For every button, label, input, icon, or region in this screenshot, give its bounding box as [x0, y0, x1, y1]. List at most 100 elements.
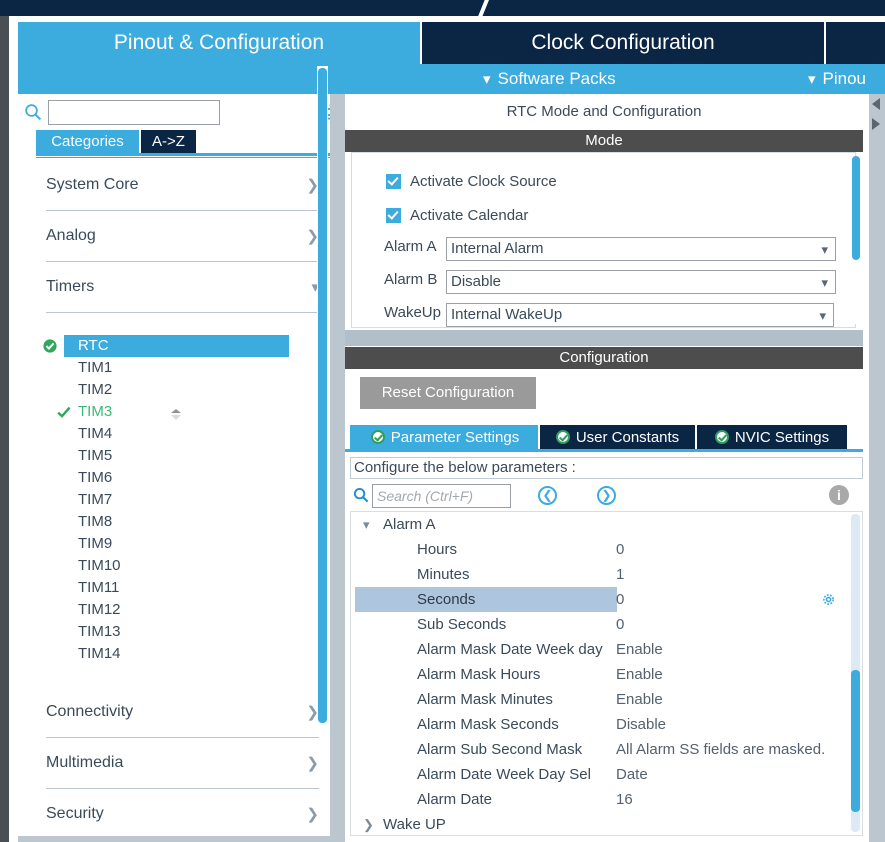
category-connectivity-label: Connectivity [46, 703, 134, 720]
row-highlight [355, 587, 617, 612]
menu-pinout[interactable]: ▾ Pinou [808, 67, 866, 91]
param-value: 0 [616, 591, 625, 608]
ip-item-tim13-label: TIM13 [78, 623, 121, 640]
table-row[interactable]: Hours 0 [351, 537, 862, 562]
table-row[interactable]: Alarm Mask Seconds Disable [351, 712, 862, 737]
menu-software-packs-label: Software Packs [497, 69, 616, 88]
table-row[interactable]: Alarm Date 16 [351, 787, 862, 812]
param-name: Alarm Mask Seconds [417, 716, 559, 733]
ip-item-tim5[interactable]: TIM5 [36, 445, 329, 467]
ip-item-tim1[interactable]: TIM1 [36, 357, 329, 379]
ip-item-tim10-label: TIM10 [78, 557, 121, 574]
table-row[interactable]: Alarm Mask Date Week day Enable [351, 637, 862, 662]
arrow-right-icon[interactable] [872, 118, 880, 130]
param-name: Alarm Mask Hours [417, 666, 541, 683]
select-alarm-b[interactable]: Disable ▾ [446, 270, 836, 294]
ip-item-tim11-label: TIM11 [78, 579, 120, 596]
category-analog-label: Analog [46, 227, 96, 244]
arrow-left-icon[interactable] [872, 98, 880, 110]
tree-group-alarm-a[interactable]: ▾ Alarm A [351, 512, 862, 537]
table-row[interactable]: Alarm Mask Minutes Enable [351, 687, 862, 712]
param-value: Enable [616, 641, 663, 658]
ip-item-tim2[interactable]: TIM2 [36, 379, 329, 401]
list-resize-handle-icon[interactable] [168, 407, 184, 423]
chevron-left-circle-icon[interactable]: ❮ [538, 486, 557, 505]
ip-item-tim9[interactable]: TIM9 [36, 533, 329, 555]
tab-clock-configuration[interactable]: Clock Configuration [420, 22, 824, 64]
gear-icon[interactable] [821, 592, 836, 607]
tree-group-wake-up[interactable]: ❯ Wake UP [351, 812, 862, 835]
category-multimedia[interactable]: Multimedia ❯ [46, 738, 319, 789]
select-alarm-a[interactable]: Internal Alarm ▾ [446, 237, 836, 261]
category-system-core[interactable]: System Core ❯ [46, 160, 319, 211]
param-name: Minutes [417, 566, 470, 583]
ip-item-tim13[interactable]: TIM13 [36, 621, 329, 643]
panel-divider [336, 94, 345, 842]
ip-item-tim7[interactable]: TIM7 [36, 489, 329, 511]
ip-item-tim11[interactable]: TIM11 [36, 577, 329, 599]
param-name: Alarm Date [417, 791, 493, 808]
ip-item-tim8-label: TIM8 [78, 513, 113, 530]
ip-item-tim12[interactable]: TIM12 [36, 599, 329, 621]
ip-item-tim10[interactable]: TIM10 [36, 555, 329, 577]
tab-parameter-settings[interactable]: Parameter Settings [350, 425, 538, 449]
info-icon[interactable]: i [829, 485, 849, 505]
tab-third-partial[interactable] [824, 22, 885, 64]
param-name: Alarm Mask Minutes [417, 691, 553, 708]
ip-item-tim6[interactable]: TIM6 [36, 467, 329, 489]
menu-software-packs[interactable]: ▾ Software Packs [483, 67, 616, 91]
chevron-right-circle-icon[interactable]: ❯ [597, 486, 616, 505]
checkbox-checked-icon [386, 208, 401, 223]
table-row[interactable]: Alarm Date Week Day Sel Date [351, 762, 862, 787]
category-analog[interactable]: Analog ❯ [46, 211, 319, 262]
sidebar-scrollbar-thumb[interactable] [318, 68, 327, 723]
param-name: Seconds [417, 591, 476, 608]
param-value: Date [616, 766, 648, 783]
table-row[interactable]: Sub Seconds 0 [351, 612, 862, 637]
window-left-edge [0, 16, 9, 842]
mode-settings-body: Activate Clock Source Activate Calendar … [351, 152, 856, 328]
ip-tree-panel: Categories A->Z System Core ❯ Analog ❯ T… [18, 94, 354, 842]
section-header-configuration: Configuration [345, 347, 863, 369]
tree-group-wake-up-label: Wake UP [383, 816, 446, 833]
tab-pinout-configuration[interactable]: Pinout & Configuration [18, 22, 420, 64]
category-timers[interactable]: Timers ▾ [46, 262, 319, 313]
reset-configuration-button[interactable]: Reset Configuration [360, 377, 536, 409]
ip-item-tim14[interactable]: TIM14 [36, 643, 329, 665]
tab-user-constants[interactable]: User Constants [538, 425, 695, 449]
table-row[interactable]: Minutes 1 [351, 562, 862, 587]
tab-pinout-configuration-label: Pinout & Configuration [113, 31, 325, 54]
table-row[interactable]: Alarm Sub Second Mask All Alarm SS field… [351, 737, 862, 762]
ip-search-input[interactable] [48, 100, 220, 125]
check-circle-icon [555, 430, 570, 444]
mode-scrollbar-thumb[interactable] [852, 156, 860, 260]
ip-item-tim8[interactable]: TIM8 [36, 511, 329, 533]
tab-a-to-z[interactable]: A->Z [139, 130, 196, 153]
parameter-scrollbar-thumb[interactable] [851, 670, 860, 812]
ip-item-tim12-label: TIM12 [78, 601, 121, 618]
param-value: Enable [616, 691, 663, 708]
table-row[interactable]: Alarm Mask Hours Enable [351, 662, 862, 687]
checkbox-activate-calendar[interactable]: Activate Calendar [386, 207, 528, 224]
ip-item-tim4[interactable]: TIM4 [36, 423, 329, 445]
ip-item-tim5-label: TIM5 [78, 447, 113, 464]
category-list: System Core ❯ Analog ❯ Timers ▾ RTC TIM1 [36, 160, 329, 830]
table-row-selected[interactable]: Seconds 0 [351, 587, 862, 612]
field-wakeup-label: WakeUp [384, 304, 441, 321]
tab-nvic-settings[interactable]: NVIC Settings [695, 425, 847, 449]
checkbox-activate-calendar-label: Activate Calendar [410, 207, 529, 224]
category-connectivity[interactable]: Connectivity ❯ [46, 687, 319, 738]
select-wakeup-value: Internal WakeUp [451, 306, 563, 323]
checkbox-activate-clock-source[interactable]: Activate Clock Source [386, 173, 557, 190]
select-wakeup[interactable]: Internal WakeUp ▾ [446, 303, 834, 327]
ip-item-rtc[interactable]: RTC [42, 335, 289, 357]
param-value: 16 [616, 791, 633, 808]
parameter-search-input[interactable]: Search (Ctrl+F) [372, 484, 511, 508]
tab-user-constants-label: User Constants [575, 428, 680, 446]
category-security[interactable]: Security ❯ [46, 789, 319, 830]
check-circle-icon [42, 338, 58, 354]
tab-categories[interactable]: Categories [36, 130, 139, 153]
window-scrollbar[interactable] [869, 94, 885, 842]
check-circle-icon [370, 430, 385, 444]
field-alarm-b: Alarm B Disable ▾ [384, 270, 836, 294]
